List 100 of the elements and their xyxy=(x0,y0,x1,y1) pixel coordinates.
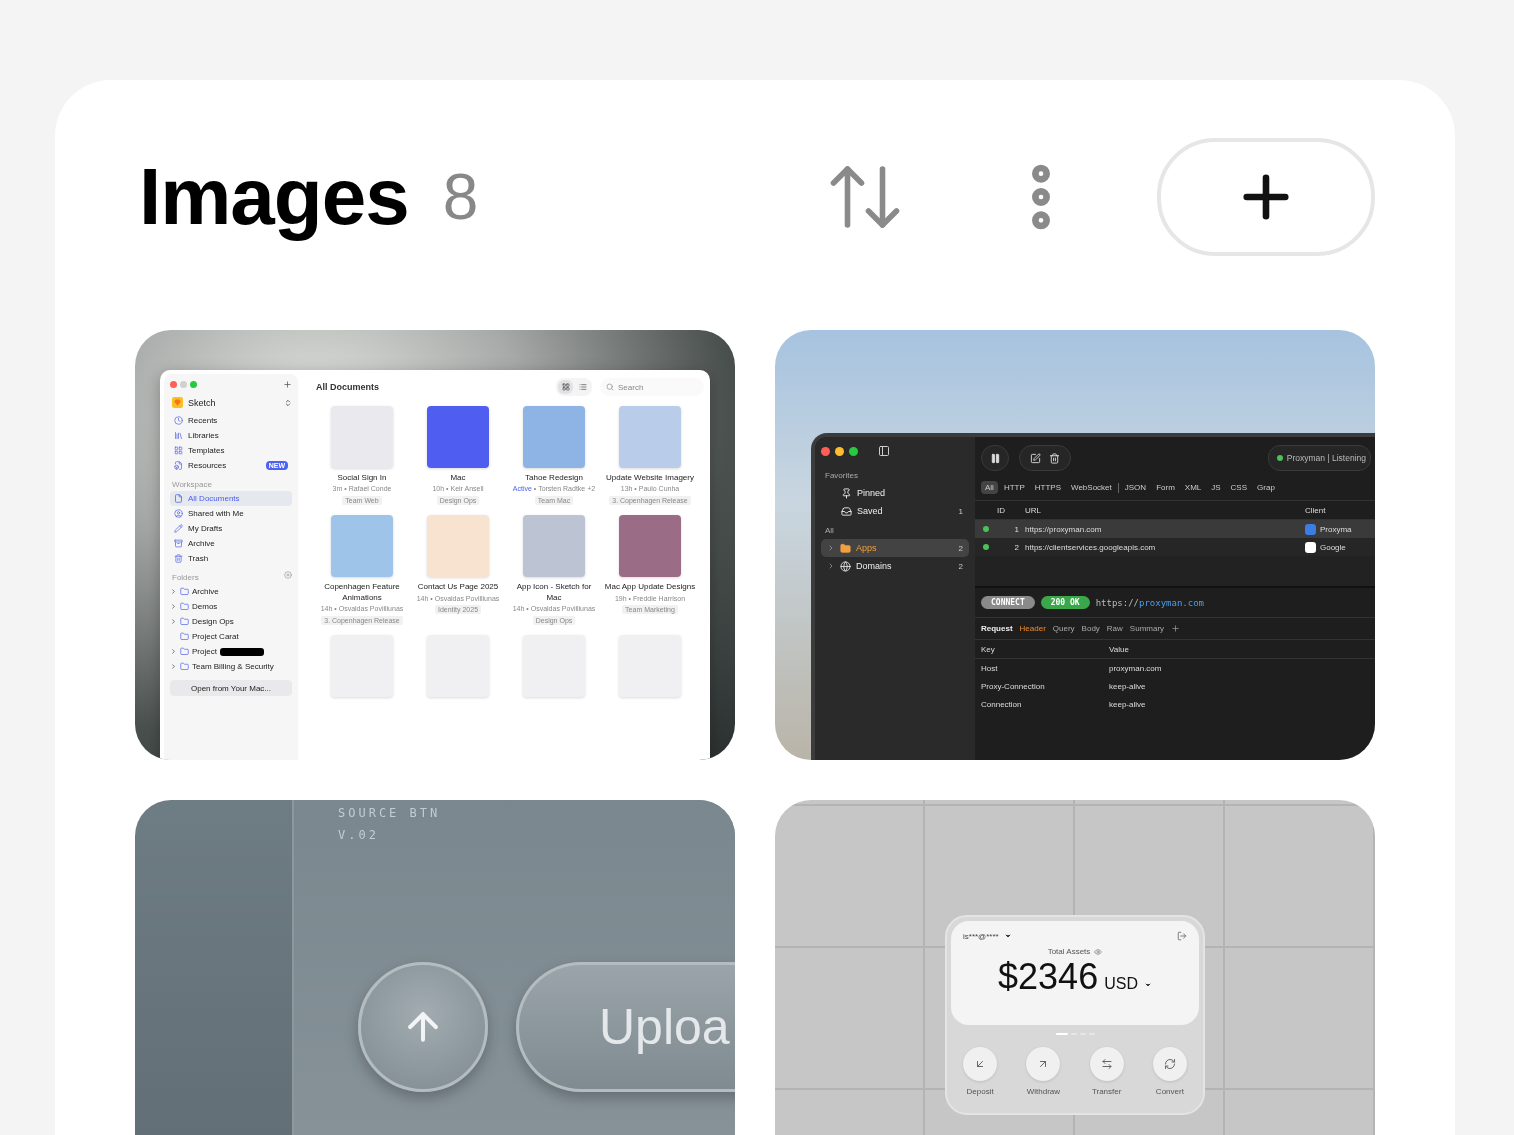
document-thumbnail[interactable] xyxy=(619,634,681,697)
close-light-icon[interactable] xyxy=(821,446,830,456)
filter-tab[interactable]: JSON xyxy=(1120,481,1151,494)
column-header: Value xyxy=(1109,644,1130,654)
document-thumbnail[interactable] xyxy=(523,634,585,697)
filter-tab[interactable]: Form xyxy=(1152,481,1179,494)
document-thumbnail[interactable] xyxy=(619,515,681,578)
add-icon[interactable] xyxy=(283,380,292,389)
sidebar-item[interactable]: Apps 2 xyxy=(821,539,969,557)
status-dot-icon xyxy=(1276,455,1283,461)
document-thumbnail[interactable] xyxy=(427,515,489,578)
request-row[interactable]: 2 https://clientservices.googleapis.com Google xyxy=(975,538,1375,556)
zoom-light-icon[interactable] xyxy=(849,446,858,456)
pin-icon xyxy=(841,487,852,499)
pause-button[interactable] xyxy=(981,445,1009,471)
detail-tab[interactable]: Query xyxy=(1052,624,1075,633)
list-icon xyxy=(578,383,587,391)
swap-arrows-icon xyxy=(1100,1058,1113,1070)
chevron-icon[interactable] xyxy=(170,648,177,655)
table-cell: Proxyma xyxy=(1320,524,1352,534)
close-light-icon[interactable] xyxy=(170,381,177,388)
folder-icon xyxy=(840,542,851,554)
folder-item[interactable]: Archive xyxy=(170,584,292,599)
eye-icon[interactable] xyxy=(1094,947,1103,956)
sidebar-item[interactable]: Trash xyxy=(170,551,292,566)
grid-view-button[interactable] xyxy=(558,380,573,394)
sidebar-item[interactable]: Recents xyxy=(170,413,292,428)
detail-tab[interactable]: Body xyxy=(1081,624,1100,633)
nav-icon xyxy=(174,461,183,470)
sidebar-toggle-icon[interactable] xyxy=(878,445,890,457)
sidebar-item[interactable]: All Documents xyxy=(170,491,292,506)
sidebar-item[interactable]: Shared with Me xyxy=(170,506,292,521)
sidebar-item[interactable]: Domains 2 xyxy=(821,557,969,575)
add-tab-icon[interactable] xyxy=(1171,624,1181,633)
folder-item[interactable]: Demos xyxy=(170,599,292,614)
sidebar-item[interactable]: Archive xyxy=(170,536,292,551)
caret-icon[interactable] xyxy=(1003,932,1012,940)
trash-icon[interactable] xyxy=(1049,452,1060,464)
edit-icon[interactable] xyxy=(1030,452,1041,464)
chevron-icon[interactable] xyxy=(827,544,835,552)
filter-tab[interactable]: HTTP xyxy=(999,481,1029,494)
table-cell: Google xyxy=(1320,542,1346,552)
sidebar-item[interactable]: Templates xyxy=(170,443,292,458)
document-thumbnail[interactable] xyxy=(523,406,585,468)
filter-tab[interactable]: HTTPS xyxy=(1030,481,1065,494)
chevron-icon[interactable] xyxy=(170,603,177,610)
folder-item[interactable]: Team Billing & Security xyxy=(170,659,292,674)
document-thumbnail[interactable] xyxy=(427,406,489,468)
folder-label: Team Billing & Security xyxy=(192,662,274,671)
exit-icon[interactable] xyxy=(1177,931,1187,941)
switch-icon[interactable] xyxy=(284,398,292,407)
nav-icon xyxy=(174,494,183,503)
page-title: Images xyxy=(139,151,409,243)
folder-label: Project xyxy=(192,647,217,656)
caret-icon[interactable] xyxy=(1143,981,1152,989)
detail-tab[interactable]: Header xyxy=(1019,624,1046,633)
column-header[interactable]: URL xyxy=(1025,505,1305,515)
add-folder-icon[interactable] xyxy=(284,571,292,579)
document-thumbnail[interactable] xyxy=(427,634,489,697)
request-row[interactable]: 1 https://proxyman.com Proxyma xyxy=(975,520,1375,538)
folder-icon xyxy=(180,647,189,656)
filter-tab[interactable]: JS xyxy=(1207,481,1225,494)
filter-tab[interactable]: CSS xyxy=(1226,481,1252,494)
document-thumbnail[interactable] xyxy=(331,406,393,468)
folder-item[interactable]: Project Carat xyxy=(170,629,292,644)
chevron-icon[interactable] xyxy=(170,663,177,670)
document-thumbnail[interactable] xyxy=(619,406,681,468)
search-field[interactable]: Search xyxy=(600,378,704,396)
chevron-icon[interactable] xyxy=(170,618,177,625)
folder-icon xyxy=(180,602,189,611)
filter-tab[interactable]: XML xyxy=(1180,481,1206,494)
folder-item[interactable]: Project xyxy=(170,644,292,659)
detail-tab[interactable]: Summary xyxy=(1129,624,1165,633)
detail-tab[interactable]: Raw xyxy=(1106,624,1123,633)
search-input[interactable]: Search xyxy=(618,382,698,392)
detail-title: Request xyxy=(981,624,1013,633)
currency-label: USD xyxy=(1104,975,1138,993)
document-thumbnail[interactable] xyxy=(523,515,585,578)
page-indicator[interactable] xyxy=(1055,1033,1068,1035)
document-thumbnail[interactable] xyxy=(331,515,393,578)
sidebar-item[interactable]: My Drafts xyxy=(170,521,292,536)
document-thumbnail[interactable] xyxy=(331,634,393,697)
filter-tab[interactable]: All xyxy=(981,481,998,494)
chevron-icon[interactable] xyxy=(827,562,835,570)
document-title: Tahoe Redesign xyxy=(525,473,583,484)
search-icon xyxy=(606,383,614,391)
sidebar-item[interactable]: Libraries xyxy=(170,428,292,443)
column-header[interactable]: ID xyxy=(997,505,1025,515)
client-app-icon xyxy=(1305,523,1316,535)
sidebar-item[interactable]: Saved 1 xyxy=(821,502,969,520)
filter-tab[interactable]: WebSocket xyxy=(1067,481,1116,494)
minimize-light-icon[interactable] xyxy=(835,446,844,456)
open-from-mac-button[interactable]: Open from Your Mac... xyxy=(170,680,292,696)
sidebar-item[interactable]: Pinned xyxy=(821,484,969,502)
pause-icon xyxy=(989,452,1001,464)
filter-tab[interactable]: Grap xyxy=(1253,481,1279,494)
chevron-icon[interactable] xyxy=(170,588,177,595)
folder-item[interactable]: Design Ops xyxy=(170,614,292,629)
column-header[interactable]: Client xyxy=(1305,505,1375,515)
document-title: Update Website Imagery xyxy=(606,473,694,484)
